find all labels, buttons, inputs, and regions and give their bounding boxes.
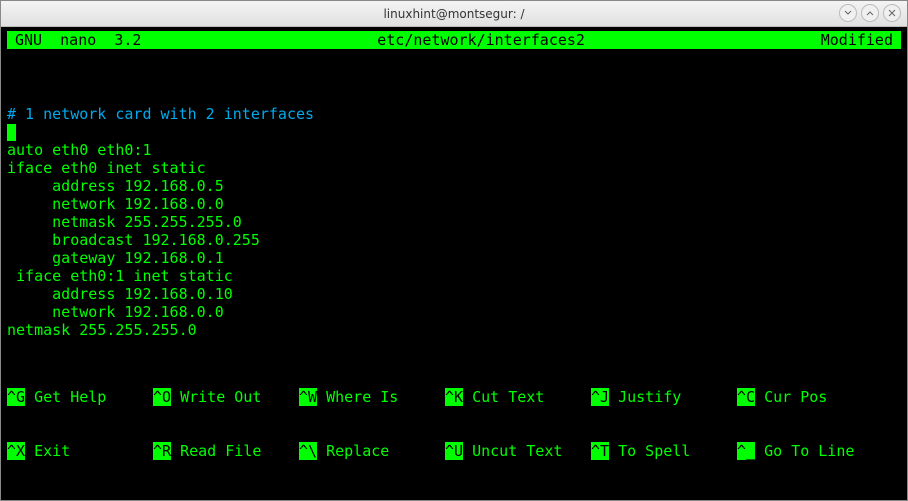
shortcut-cut-text: ^K Cut Text <box>445 388 591 406</box>
window-controls <box>839 4 901 22</box>
titlebar: linuxhint@montsegur: / <box>1 1 907 27</box>
code-line: network 192.168.0.0 <box>7 303 224 321</box>
shortcut-exit: ^X Exit <box>7 442 153 460</box>
code-line: address 192.168.0.5 <box>7 177 224 195</box>
cursor <box>7 124 16 141</box>
shortcut-where-is: ^W Where Is <box>299 388 445 406</box>
code-line: network 192.168.0.0 <box>7 195 224 213</box>
close-icon <box>888 9 896 17</box>
nano-status: Modified <box>821 31 901 49</box>
nano-footer: ^G Get Help ^O Write Out ^W Where Is ^K … <box>7 352 901 496</box>
nano-filepath: etc/network/interfaces2 <box>141 31 820 49</box>
shortcut-row-1: ^G Get Help ^O Write Out ^W Where Is ^K … <box>7 388 901 406</box>
nano-header: GNU nano 3.2 etc/network/interfaces2 Mod… <box>7 31 901 49</box>
terminal-body[interactable]: GNU nano 3.2 etc/network/interfaces2 Mod… <box>1 27 907 500</box>
code-line: address 192.168.0.10 <box>7 285 233 303</box>
shortcut-read-file: ^R Read File <box>153 442 299 460</box>
comment-line: # 1 network card with 2 interfaces <box>7 105 314 123</box>
minimize-button[interactable] <box>839 4 857 22</box>
shortcut-uncut-text: ^U Uncut Text <box>445 442 591 460</box>
code-line: gateway 192.168.0.1 <box>7 249 224 267</box>
editor-area[interactable]: # 1 network card with 2 interfaces auto … <box>7 49 901 352</box>
code-line: netmask 255.255.255.0 <box>7 213 242 231</box>
nano-version: GNU nano 3.2 <box>7 31 141 49</box>
shortcut-write-out: ^O Write Out <box>153 388 299 406</box>
minimize-icon <box>844 9 852 17</box>
maximize-button[interactable] <box>861 4 879 22</box>
shortcut-to-spell: ^T To Spell <box>591 442 737 460</box>
code-line: iface eth0 inet static <box>7 159 206 177</box>
code-line: broadcast 192.168.0.255 <box>7 231 260 249</box>
shortcut-row-2: ^X Exit ^R Read File ^\ Replace ^U Uncut… <box>7 442 901 460</box>
maximize-icon <box>866 9 874 17</box>
shortcut-get-help: ^G Get Help <box>7 388 153 406</box>
close-button[interactable] <box>883 4 901 22</box>
shortcut-cur-pos: ^C Cur Pos <box>737 388 883 406</box>
code-line: auto eth0 eth0:1 <box>7 141 152 159</box>
shortcut-go-to-line: ^_ Go To Line <box>737 442 883 460</box>
shortcut-replace: ^\ Replace <box>299 442 445 460</box>
code-line: netmask 255.255.255.0 <box>7 321 197 339</box>
window-title: linuxhint@montsegur: / <box>383 7 524 21</box>
shortcut-justify: ^J Justify <box>591 388 737 406</box>
terminal-window: linuxhint@montsegur: / GNU nano 3.2 etc/… <box>0 0 908 501</box>
code-line: iface eth0:1 inet static <box>7 267 233 285</box>
